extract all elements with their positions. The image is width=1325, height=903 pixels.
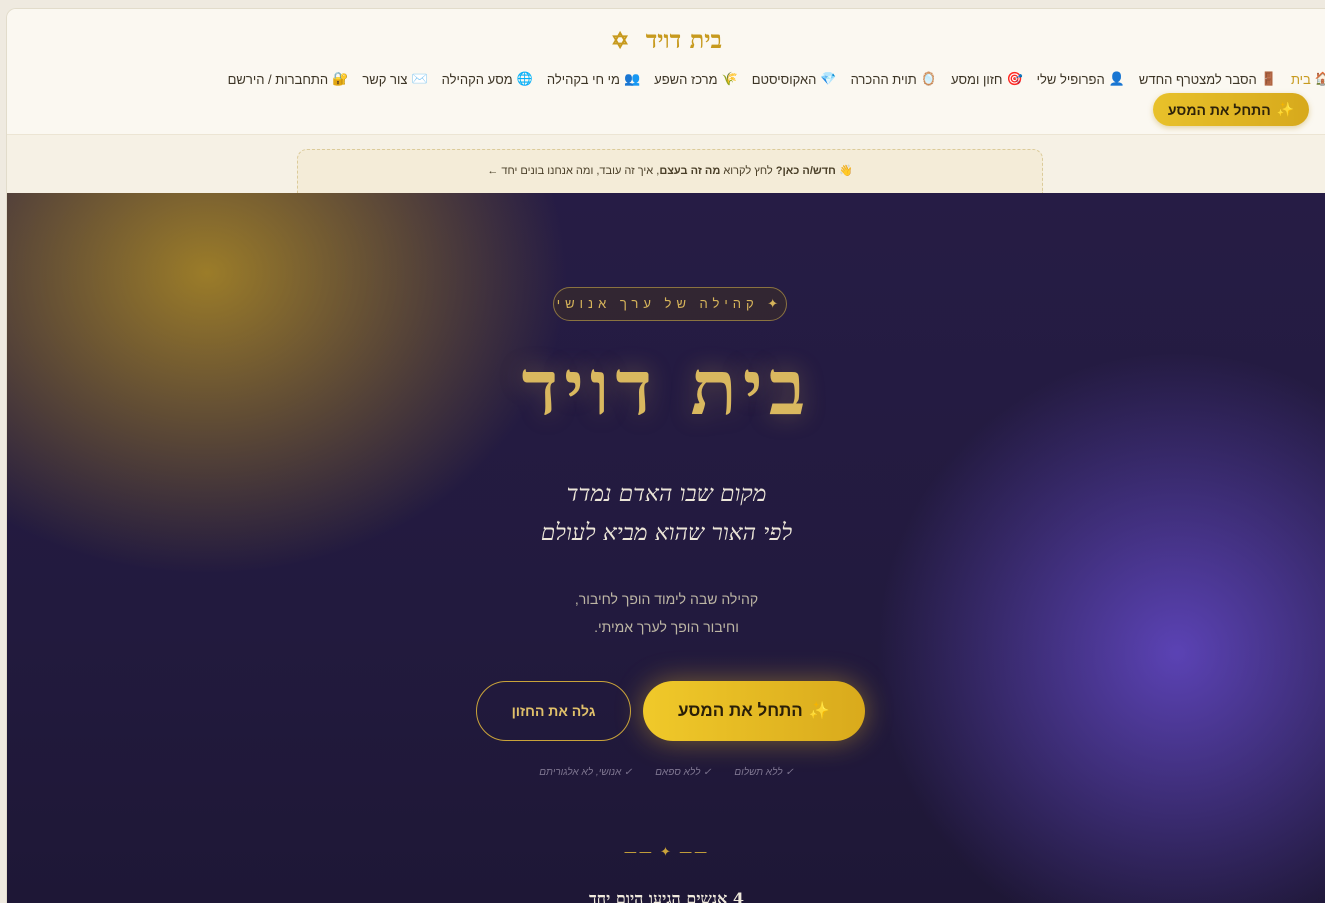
nav-icon: 💎	[820, 71, 837, 86]
banner-bold: מה זה בעצם	[659, 165, 721, 177]
brand-logo[interactable]: בית דויד ✡	[7, 25, 1325, 55]
nav-label: צור קשר	[362, 71, 408, 87]
hero-subtitle-line2: לפי האור שהוא מביא לעולם	[540, 520, 793, 546]
sparkle-icon: ✨	[1276, 101, 1295, 117]
nav-label: חזון ומסע	[950, 71, 1003, 87]
check-item: ✓ ללא תשלום	[734, 767, 794, 778]
nav-icon: 👥	[623, 71, 641, 86]
nav-label: התחברות / הירשם	[227, 71, 329, 87]
benefit-checks: ✓ ללא תשלום ✓ ללא ספאם ✓ אנושי, לא אלגור…	[7, 767, 1325, 778]
header-start-journey-button[interactable]: ✨ התחל את המסע	[1153, 93, 1309, 126]
nav-icon: 🏠	[1315, 71, 1325, 87]
main-nav: 🏠בית 🚪הסבר למצטרף החדש 👤הפרופיל שלי 🎯חזון ו…	[31, 71, 1325, 87]
new-visitor-banner[interactable]: 👋 חדש/ה כאן? לחץ לקרוא מה זה בעצם, איך ז…	[297, 149, 1043, 193]
nav-icon: 🎯	[1006, 71, 1023, 86]
hero-description-line1: קהילה שבה לימוד הופך לחיבור,	[574, 591, 759, 607]
nav-label: תוית ההכרה	[850, 71, 917, 87]
nav-item[interactable]: 🌐 מסע הקהילה	[442, 71, 533, 87]
nav-label: האקוסיסטם	[751, 71, 817, 87]
nav-label: הסבר למצטרף החדש	[1138, 71, 1257, 87]
nav-item[interactable]: 🏠בית	[1291, 71, 1325, 87]
nav-icon: 🌾	[721, 71, 738, 86]
star-of-david-icon: ✡	[610, 28, 630, 54]
nav-icon: 🌐	[516, 71, 533, 86]
nav-label: מסע הקהילה	[441, 71, 513, 87]
check-item: ✓ אנושי, לא אלגוריתם	[539, 767, 633, 778]
nav-item[interactable]: 💎 האקוסיסטם	[752, 71, 837, 87]
nav-icon: 🚪	[1260, 71, 1277, 86]
banner-strip: 👋 חדש/ה כאן? לחץ לקרוא מה זה בעצם, איך ז…	[7, 135, 1325, 193]
nav-item[interactable]: 🔐 התחברות / הירשם	[228, 71, 349, 87]
people-today-heading: 4 אנשים הגיעו היום יחד	[588, 889, 745, 903]
nav-label: הפרופיל שלי	[1036, 71, 1105, 87]
hero-section: ✦ קהילה של ערך אנושי בית דויד מקום שבו ה…	[7, 193, 1325, 903]
nav-label: מרכז השפע	[654, 71, 718, 87]
hero-description-line2: וחיבור הופך לערך אמיתי.	[594, 619, 739, 635]
site-header: בית דויד ✡ 🏠בית 🚪הסבר למצטרף החדש 👤הפרופיל…	[7, 9, 1325, 135]
banner-lead: חדש/ה כאן?	[775, 165, 836, 177]
banner-text-after: , איך זה עובד, ומה אנחנו בונים יחד ←	[487, 165, 660, 177]
nav-icon: 🔐	[332, 71, 349, 86]
hero-title: בית דויד	[521, 343, 812, 432]
nav-item[interactable]: 🎯 חזון ומסע	[951, 71, 1023, 87]
nav-label: מי חי בקהילה	[546, 71, 620, 87]
nav-icon: 👤	[1108, 71, 1125, 86]
community-pill: ✦ קהילה של ערך אנושי	[553, 287, 787, 321]
nav-item[interactable]: 🪞 תוית ההכרה	[851, 71, 937, 87]
section-divider: —— ✦ ——	[623, 845, 710, 860]
wave-icon: 👋	[838, 165, 853, 177]
nav-icon: 🪞	[920, 71, 937, 86]
nav-item[interactable]: 🌾 מרכז השפע	[654, 71, 738, 87]
sparkle-icon: ✨	[808, 701, 830, 720]
nav-item[interactable]: 🚪 הסבר למצטרף החדש	[1139, 71, 1277, 87]
discover-vision-button[interactable]: גלה את החזון	[476, 681, 631, 741]
brand-name: בית דויד	[645, 25, 723, 54]
header-cta-label: התחל את המסע	[1167, 101, 1271, 118]
nav-item[interactable]: 👤 הפרופיל שלי	[1037, 71, 1125, 87]
check-item: ✓ ללא ספאם	[655, 767, 712, 778]
nav-item[interactable]: 👥 מי חי בקהילה	[547, 71, 640, 87]
start-journey-button[interactable]: ✨ התחל את המסע	[643, 681, 865, 741]
hero-subtitle-line1: מקום שבו האדם נמדד	[566, 481, 767, 507]
nav-icon: ✉️	[411, 71, 428, 86]
browser-page: בית דויד ✡ 🏠בית 🚪הסבר למצטרף החדש 👤הפרופיל…	[6, 8, 1325, 903]
nav-label: בית	[1290, 71, 1311, 87]
banner-text-before: לחץ לקרוא	[723, 165, 773, 177]
nav-item[interactable]: ✉️ צור קשר	[362, 71, 427, 87]
start-journey-label: התחל את המסע	[678, 701, 803, 720]
